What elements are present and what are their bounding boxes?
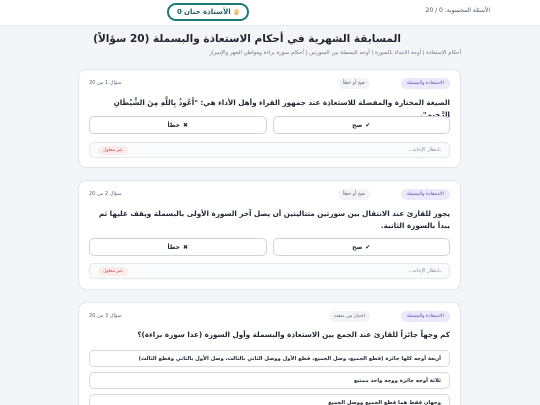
answer-option-2[interactable]: ثلاثة أوجه جائزة ووجه واحد ممتنع: [89, 372, 450, 389]
page-header: المسابقة الشهرية في أحكام الاستعاذة والب…: [78, 33, 461, 56]
true-button[interactable]: ✔ صح: [272, 116, 450, 134]
question-type-badge: اختيار من متعدد: [328, 311, 370, 322]
user-score: 0: [177, 8, 182, 16]
unanswered-badge: غير محلول: [98, 267, 128, 276]
cross-icon: ✖: [182, 121, 188, 129]
check-icon: ✔: [365, 243, 371, 251]
category-badge: الاستعاذة والبسملة: [400, 311, 450, 322]
page-title: المسابقة الشهرية في أحكام الاستعاذة والب…: [93, 33, 401, 45]
top-bar: الأسئلة المحسوبة: 0 / 20 ♛ الأستاذة حنان…: [0, 0, 540, 26]
answer-status: بانتظار الإجابة... غير محلول: [89, 263, 450, 279]
answer-status: بانتظار الإجابة... غير محلول: [89, 142, 450, 158]
cross-icon: ✖: [182, 243, 188, 251]
true-label: صح: [352, 243, 363, 251]
false-button[interactable]: ✖ خطأ: [89, 116, 267, 134]
status-text: بانتظار الإجابة...: [407, 147, 441, 153]
user-name: الأستاذة حنان: [184, 8, 231, 16]
user-profile-button[interactable]: ♛ الأستاذة حنان 0: [167, 3, 249, 21]
question-type-badge: صح أو خطأ: [337, 189, 370, 200]
question-counter: سؤال 1 من 20: [89, 80, 122, 86]
question-card-2: الاستعاذة والبسملة صح أو خطأ سؤال 2 من 2…: [78, 180, 461, 290]
check-icon: ✔: [365, 121, 371, 129]
category-badge: الاستعاذة والبسملة: [400, 78, 450, 89]
question-text: كم وجهاً جائزاً للقارئ عند الجمع بين الا…: [137, 330, 450, 339]
answer-option-1[interactable]: أربعة أوجه كلها جائزة (قطع الجميع، وصل ا…: [89, 350, 450, 367]
crown-icon: ♛: [232, 7, 240, 17]
false-button[interactable]: ✖ خطأ: [89, 238, 267, 256]
question-card-3: الاستعاذة والبسملة اختيار من متعدد سؤال …: [78, 302, 461, 405]
true-button[interactable]: ✔ صح: [272, 238, 450, 256]
true-label: صح: [352, 121, 363, 129]
status-text: بانتظار الإجابة...: [407, 268, 441, 274]
unanswered-badge: غير محلول: [98, 146, 128, 155]
answered-counter: الأسئلة المحسوبة: 0 / 20: [425, 7, 490, 14]
question-text: يجوز للقارئ عند الانتقال بين سورتين متتا…: [98, 209, 450, 230]
false-label: خطأ: [167, 243, 180, 251]
page-subtitle: أحكام الاستعاذة | أوجه الابتداء بالسورة …: [209, 50, 461, 56]
false-label: خطأ: [167, 121, 180, 129]
category-badge: الاستعاذة والبسملة: [400, 189, 450, 200]
question-counter: سؤال 2 من 20: [89, 191, 122, 197]
question-card-1: الاستعاذة والبسملة صح أو خطأ سؤال 1 من 2…: [78, 69, 461, 168]
question-counter: سؤال 3 من 20: [89, 313, 122, 319]
answer-option-3[interactable]: وجهان فقط هما قطع الجميع ووصل الجميع: [89, 394, 450, 405]
question-type-badge: صح أو خطأ: [337, 78, 370, 89]
